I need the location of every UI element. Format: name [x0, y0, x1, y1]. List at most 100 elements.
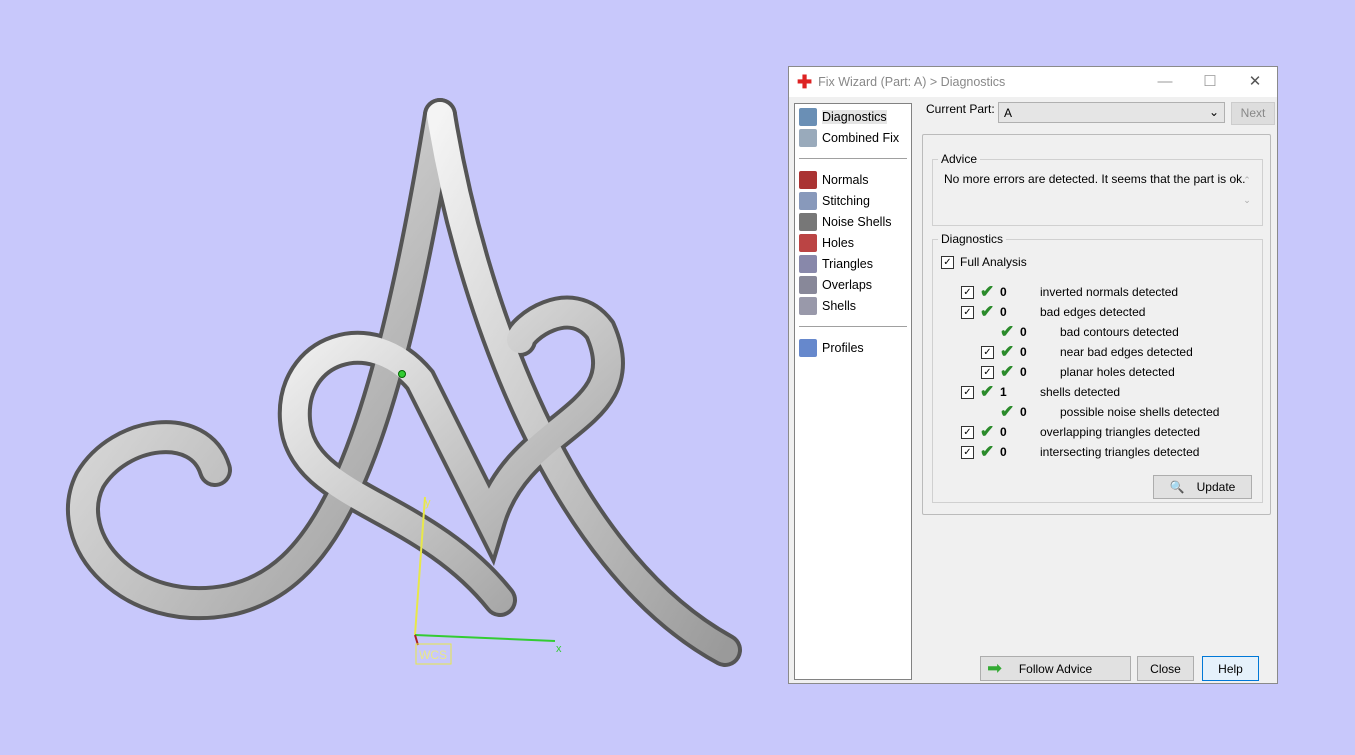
content-frame: Advice No more errors are detected. It s…	[922, 134, 1271, 515]
diagnostic-row: ✓ ✔ 0 inverted normals detected	[961, 282, 1179, 301]
advice-legend: Advice	[941, 152, 978, 166]
diagnostic-row: ✓ ✔ 0 intersecting triangles detected	[961, 442, 1199, 461]
sidebar-item-label: Normals	[822, 172, 869, 187]
check-icon: ✔	[1000, 362, 1015, 381]
check-icon: ✔	[980, 282, 995, 301]
row-checkbox[interactable]: ✓	[961, 445, 974, 459]
row-count: 0	[1020, 325, 1027, 339]
triangle-cube-icon	[799, 254, 817, 273]
advice-scrollbar[interactable]: ⌃ ⌄	[1239, 170, 1255, 215]
checkbox[interactable]: ✓	[941, 255, 954, 269]
sidebar-item-holes[interactable]: Holes	[795, 232, 911, 253]
wcs-label: WCS	[419, 648, 447, 662]
sidebar-item-label: Stitching	[822, 193, 870, 208]
window-title: Fix Wizard (Part: A) > Diagnostics	[818, 75, 1006, 89]
update-button[interactable]: 🔍 Update	[1153, 475, 1252, 499]
3d-viewport[interactable]: y x WCS	[0, 0, 780, 755]
sidebar-item-label: Diagnostics	[822, 109, 887, 124]
row-label: bad edges detected	[1040, 305, 1146, 319]
row-label: possible noise shells detected	[1060, 405, 1220, 419]
row-checkbox[interactable]: ✓	[961, 285, 974, 299]
document-icon	[799, 338, 817, 357]
row-label: shells detected	[1040, 385, 1121, 399]
diagnostics-legend: Diagnostics	[941, 232, 1004, 246]
next-button[interactable]: Next	[1231, 102, 1275, 125]
check-icon: ✔	[980, 382, 995, 401]
sidebar-item-label: Noise Shells	[822, 214, 892, 229]
advice-text: No more errors are detected. It seems th…	[944, 172, 1246, 186]
row-checkbox[interactable]: ✓	[961, 425, 974, 439]
diagnostic-row: ✓ ✔ 0 overlapping triangles detected	[961, 422, 1201, 441]
row-label: near bad edges detected	[1060, 345, 1193, 359]
x-axis	[414, 634, 556, 642]
current-part-select[interactable]: A ⌄	[998, 102, 1225, 123]
pivot-marker	[398, 370, 406, 378]
sidebar-item-profiles[interactable]: Profiles	[795, 337, 911, 358]
check-icon: ✔	[980, 442, 995, 461]
x-axis-label: x	[556, 643, 562, 655]
follow-advice-button[interactable]: ➡ Follow Advice	[980, 656, 1131, 681]
row-label: inverted normals detected	[1040, 285, 1179, 299]
title-bar: ✚ Fix Wizard (Part: A) > Diagnostics — ☐…	[789, 67, 1277, 97]
row-count: 0	[1000, 285, 1007, 299]
diagnostic-row: ✔ 0 bad contours detected	[981, 322, 1179, 341]
magnifier-icon: 🔍	[1169, 480, 1185, 494]
maximize-button[interactable]: ☐	[1190, 71, 1230, 93]
check-icon: ✔	[980, 302, 995, 321]
sidebar-item-label: Shells	[822, 298, 857, 313]
sidebar-item-shells[interactable]: Shells	[795, 295, 911, 316]
minimize-button[interactable]: —	[1145, 71, 1185, 93]
sidebar-item-label: Overlaps	[822, 277, 873, 292]
diagnostic-row: ✓ ✔ 0 planar holes detected	[981, 362, 1175, 381]
check-icon: ✔	[1000, 402, 1015, 421]
diagnostic-row: ✓ ✔ 0 near bad edges detected	[981, 342, 1193, 361]
wizard-sidebar: Diagnostics Combined Fix Normals Stitching…	[794, 103, 912, 680]
sidebar-item-normals[interactable]: Normals	[795, 169, 911, 190]
app-icon: ✚	[797, 71, 813, 92]
row-label: planar holes detected	[1060, 365, 1175, 379]
sidebar-item-diagnostics[interactable]: Diagnostics	[795, 106, 911, 127]
diagnostic-row: ✓ ✔ 1 shells detected	[961, 382, 1121, 401]
update-label: Update	[1196, 480, 1236, 494]
sidebar-item-combined-fix[interactable]: Combined Fix	[795, 127, 911, 148]
row-label: bad contours detected	[1060, 325, 1179, 339]
row-count: 1	[1000, 385, 1007, 399]
diagnostics-group: Diagnostics ✓ Full Analysis ✓ ✔ 0 inverted n…	[932, 232, 1263, 503]
sidebar-item-label: Combined Fix	[822, 130, 900, 145]
row-count: 0	[1020, 405, 1027, 419]
row-checkbox[interactable]: ✓	[981, 345, 994, 359]
row-checkbox[interactable]: ✓	[961, 385, 974, 399]
sidebar-item-overlaps[interactable]: Overlaps	[795, 274, 911, 295]
cube-hole-icon	[799, 233, 817, 252]
sidebar-item-stitching[interactable]: Stitching	[795, 190, 911, 211]
sidebar-item-noise-shells[interactable]: Noise Shells	[795, 211, 911, 232]
sidebar-item-label: Triangles	[822, 256, 873, 271]
y-axis-label: y	[425, 497, 431, 509]
check-icon: ✔	[1000, 322, 1015, 341]
row-count: 0	[1000, 445, 1007, 459]
sidebar-item-label: Profiles	[822, 340, 864, 355]
row-count: 0	[1000, 425, 1007, 439]
close-button[interactable]: Close	[1137, 656, 1194, 681]
row-count: 0	[1020, 365, 1027, 379]
pages-icon	[799, 128, 817, 147]
cube-red-icon	[799, 170, 817, 189]
shell-icon	[799, 296, 817, 315]
letter-a-model	[66, 98, 742, 667]
fix-wizard-dialog: ✚ Fix Wizard (Part: A) > Diagnostics — ☐…	[788, 66, 1278, 684]
row-checkbox[interactable]: ✓	[961, 305, 974, 319]
check-icon: ✔	[980, 422, 995, 441]
diagnostic-row: ✔ 0 possible noise shells detected	[981, 402, 1220, 421]
row-label: overlapping triangles detected	[1040, 425, 1201, 439]
arrow-right-icon: ➡	[987, 658, 1003, 678]
help-button[interactable]: Help	[1202, 656, 1259, 681]
sidebar-item-triangles[interactable]: Triangles	[795, 253, 911, 274]
magnifier-icon	[799, 107, 817, 126]
row-count: 0	[1000, 305, 1007, 319]
full-analysis-checkbox[interactable]: ✓ Full Analysis	[941, 253, 1027, 271]
row-checkbox[interactable]: ✓	[981, 365, 994, 379]
cube-icon	[799, 191, 817, 210]
close-window-button[interactable]: ✕	[1235, 71, 1275, 93]
overlap-icon	[799, 275, 817, 294]
chevron-down-icon: ⌄	[1208, 105, 1219, 119]
